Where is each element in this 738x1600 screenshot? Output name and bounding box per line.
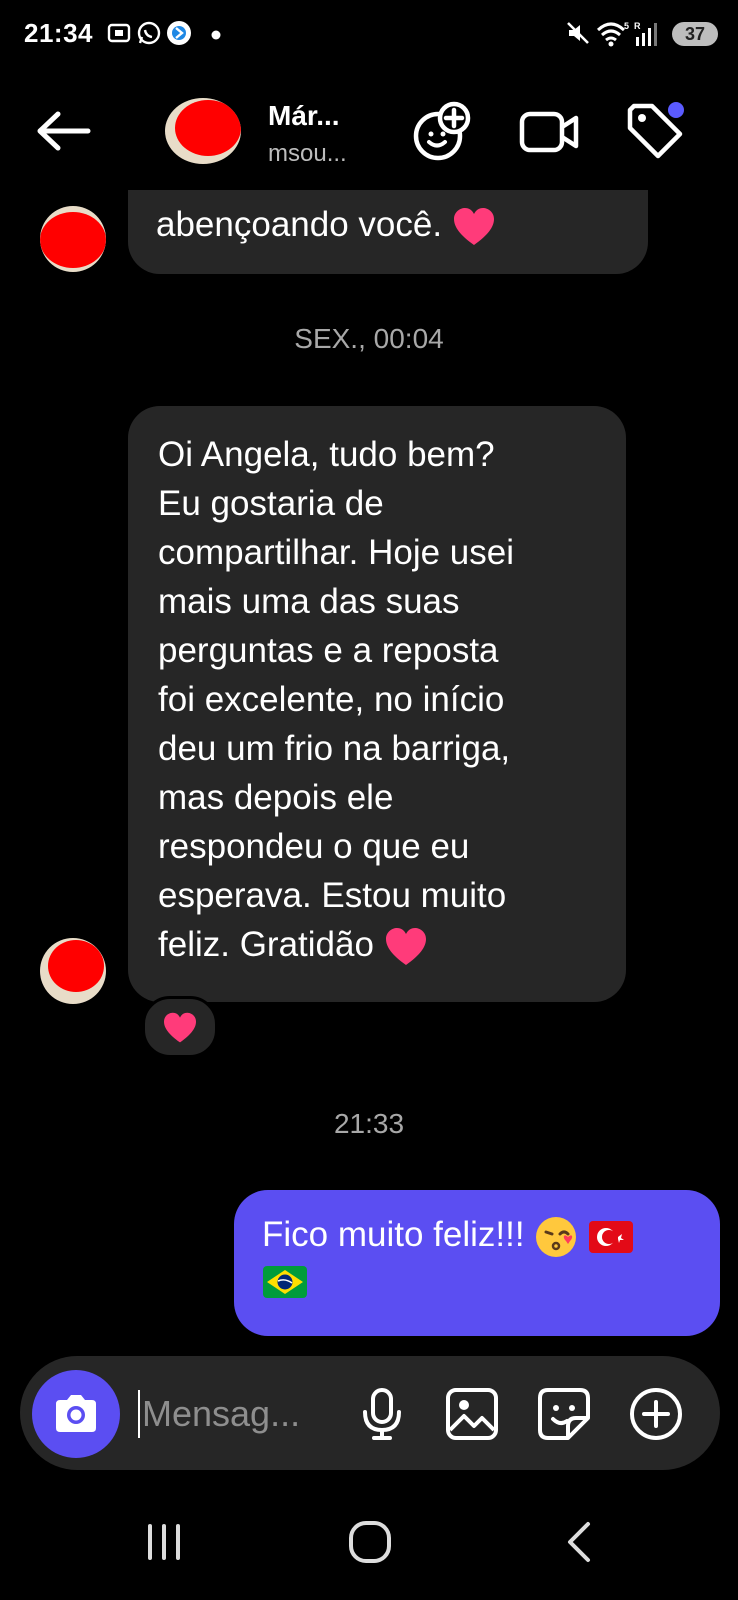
add-effect-icon[interactable] — [410, 100, 474, 164]
signal-icon: R — [634, 21, 657, 46]
contact-avatar[interactable] — [165, 98, 241, 164]
message-line: foi excelente, no início — [158, 680, 505, 719]
contact-username[interactable]: msou... — [268, 140, 347, 168]
message-line: deu um frio na barriga, — [158, 729, 511, 768]
brazil-flag-emoji-icon — [263, 1266, 307, 1298]
whatsapp-icon — [137, 21, 161, 45]
reaction-badge[interactable] — [142, 996, 218, 1058]
turkey-flag-emoji-icon — [589, 1220, 634, 1253]
status-time: 21:34 — [24, 18, 93, 48]
home-icon[interactable] — [340, 1512, 400, 1572]
tag-icon[interactable] — [624, 100, 688, 164]
wifi-icon: 5 — [596, 21, 629, 47]
message-line: esperava. Estou muito — [158, 876, 507, 915]
heart-emoji-icon — [453, 207, 494, 245]
sender-avatar[interactable] — [40, 206, 106, 272]
plus-circle-icon[interactable] — [628, 1386, 684, 1442]
dot-icon — [211, 30, 221, 40]
kissing-face-emoji-icon — [536, 1216, 577, 1257]
camera-icon — [56, 1395, 96, 1432]
message-line: Oi Angela, tudo bem? — [158, 435, 495, 474]
message-line: compartilhar. Hoje usei — [158, 533, 514, 572]
svg-text:R: R — [634, 21, 641, 31]
contact-name[interactable]: Már... — [268, 100, 340, 132]
timestamp: 21:33 — [333, 1108, 405, 1139]
microphone-icon[interactable] — [354, 1386, 410, 1442]
mute-icon — [567, 22, 589, 44]
back-icon[interactable] — [550, 1512, 610, 1572]
video-call-icon[interactable] — [518, 100, 582, 164]
app-notification-icon — [167, 21, 191, 45]
battery-icon: 37 — [672, 22, 718, 46]
battery-level: 37 — [684, 24, 706, 44]
svg-text:5: 5 — [624, 21, 629, 31]
message-input[interactable] — [138, 1390, 342, 1438]
sticker-icon[interactable] — [536, 1386, 592, 1442]
message-line: feliz. Gratidão — [158, 925, 374, 964]
camera-button[interactable] — [32, 1370, 120, 1458]
heart-reaction-icon — [164, 1012, 196, 1043]
back-arrow-icon[interactable] — [34, 106, 94, 156]
message-line: respondeu o que eu — [158, 827, 470, 866]
incoming-message-bubble[interactable]: abençoando você. — [128, 190, 648, 274]
message-line: mais uma das suas — [158, 582, 460, 621]
sender-avatar[interactable] — [40, 938, 106, 1004]
gallery-icon[interactable] — [444, 1386, 500, 1442]
message-line: perguntas e a reposta — [158, 631, 499, 670]
recent-apps-icon[interactable] — [134, 1512, 194, 1572]
timestamp: SEX., 00:04 — [294, 323, 444, 354]
message-line: mas depois ele — [158, 778, 394, 817]
message-text: Fico muito feliz!!! — [262, 1215, 525, 1254]
heart-emoji-icon — [385, 927, 426, 965]
incoming-message-bubble[interactable]: Oi Angela, tudo bem? Eu gostaria de comp… — [128, 406, 626, 1002]
screenshot-icon — [107, 23, 131, 43]
message-line: Eu gostaria de — [158, 484, 384, 523]
outgoing-message-bubble[interactable]: Fico muito feliz!!! — [234, 1190, 720, 1336]
message-text: abençoando você. — [156, 205, 443, 244]
